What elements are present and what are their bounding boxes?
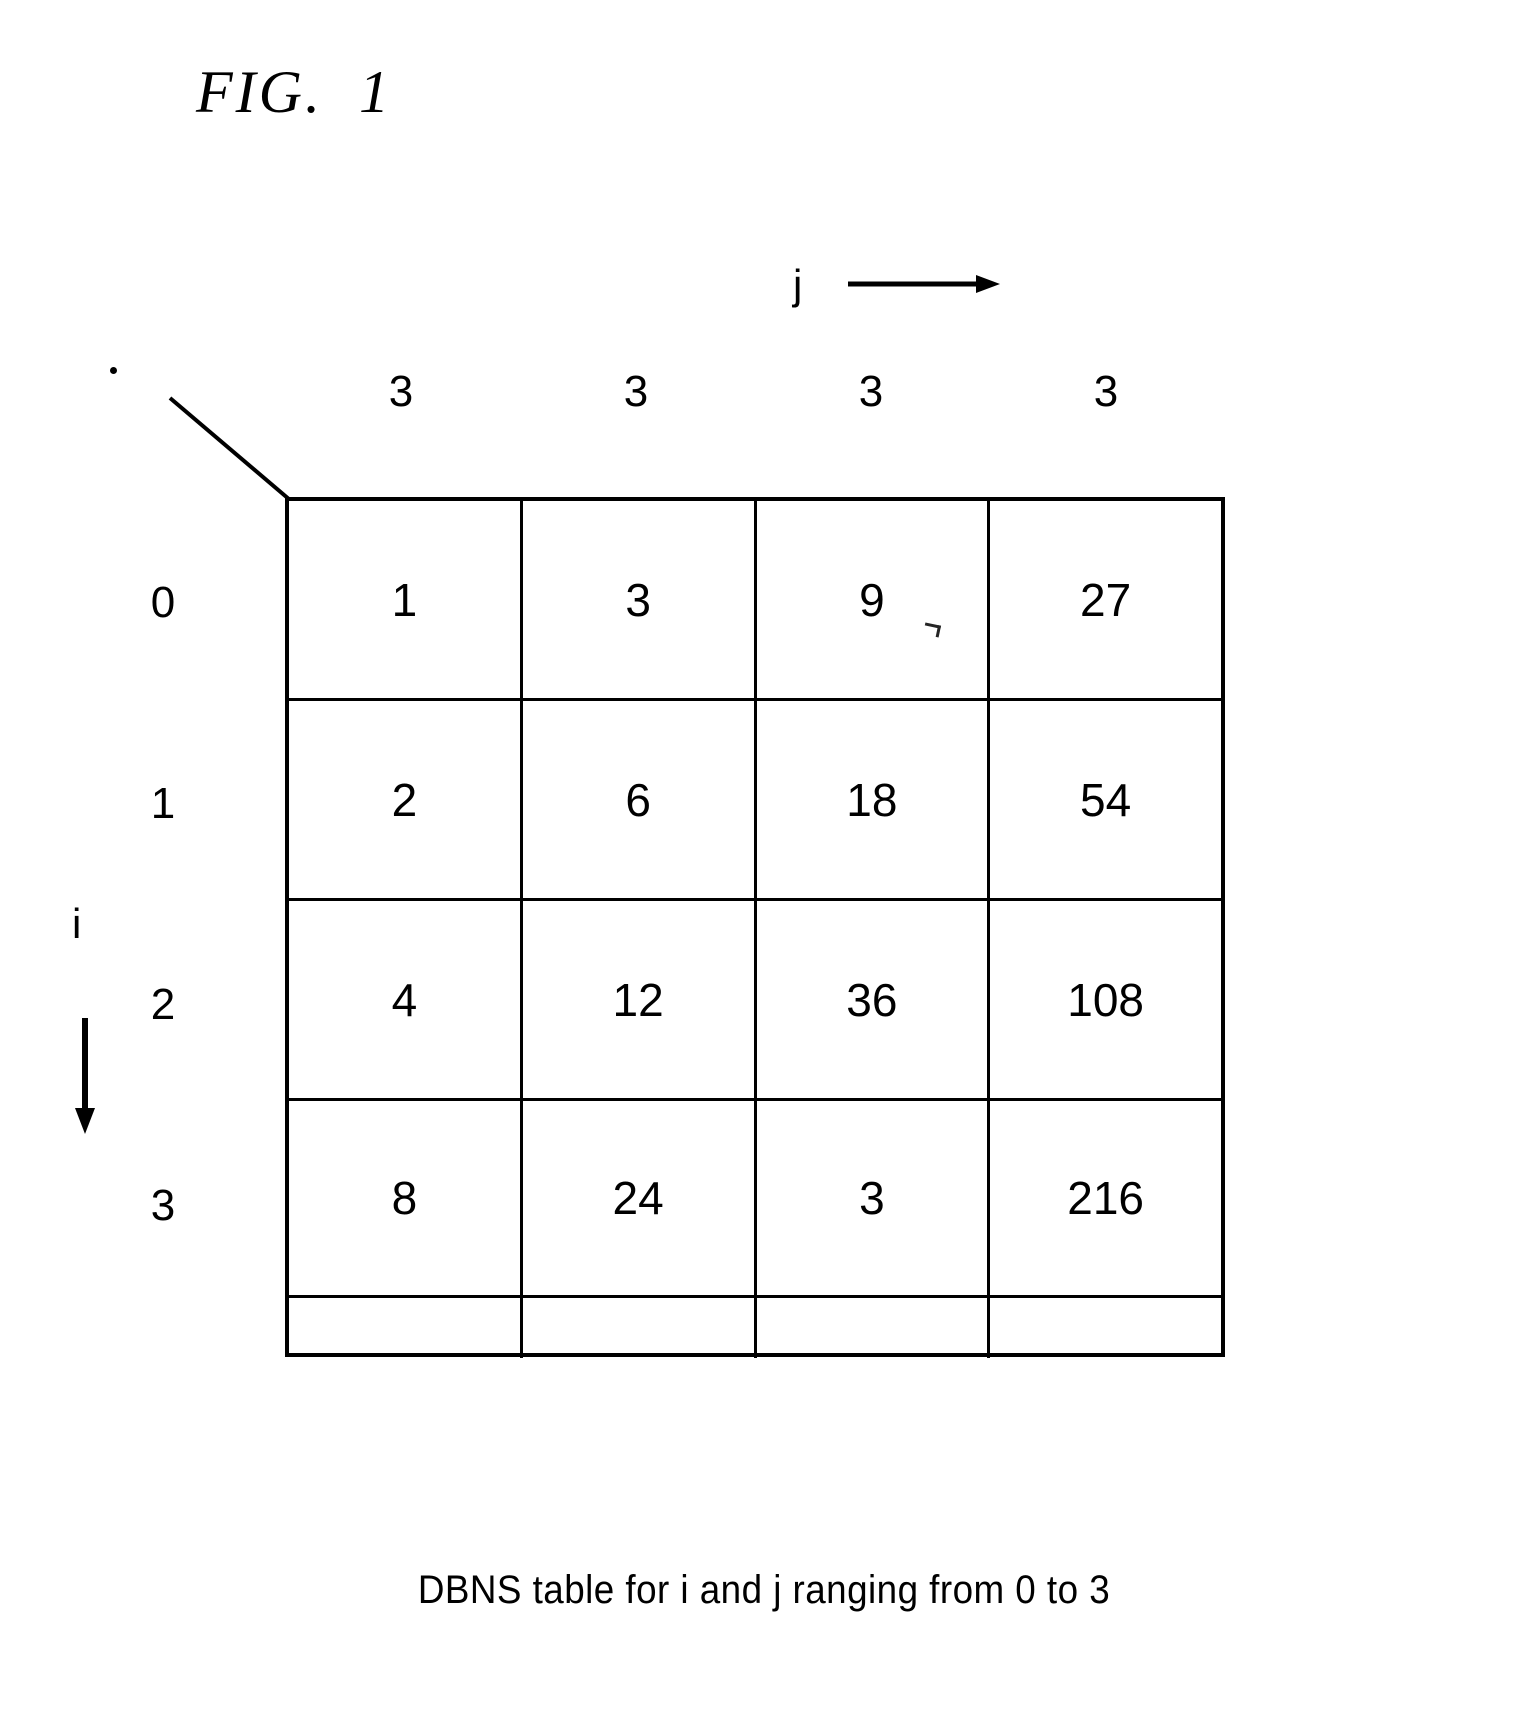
table-cell: 3 <box>523 501 757 698</box>
table-cell: 12 <box>523 901 757 1098</box>
page-title: FIG. 1 <box>196 59 392 125</box>
row-header-0: 0 <box>150 578 176 627</box>
row-header-1: 1 <box>150 779 176 828</box>
column-header-1: 3 <box>623 367 649 416</box>
row-axis-label-i: i <box>72 900 82 947</box>
table-row: 2 6 18 54 <box>289 701 1221 901</box>
table-cell: 6 <box>523 701 757 898</box>
scan-speck-artifact <box>110 367 117 374</box>
table-cell: 4 <box>289 901 523 1098</box>
table-cell: 1 <box>289 501 523 698</box>
table-cell: 54 <box>1080 773 1132 826</box>
column-header-2: 3 <box>858 367 884 416</box>
table-row: 8 24 3 216 <box>289 1101 1221 1298</box>
table-cell: 8 <box>289 1101 523 1295</box>
corner-diagonal-line <box>168 396 292 502</box>
table-row: 1 3 9 27 <box>289 501 1221 701</box>
column-header-0: 3 <box>388 367 414 416</box>
table-cell: 9 <box>757 501 991 698</box>
table-cell-spacer <box>990 1298 1221 1358</box>
table-cell-spacer <box>289 1298 523 1358</box>
arrow-down-icon <box>75 1018 95 1134</box>
figure-caption: DBNS table for i and j ranging from 0 to… <box>417 1568 1111 1612</box>
column-header-3: 3 <box>1093 367 1119 416</box>
table-cell-spacer <box>757 1298 991 1358</box>
column-axis-label-j: j <box>793 261 803 308</box>
table-cell: 2 <box>289 701 523 898</box>
table-cell-spacer <box>523 1298 757 1358</box>
table-cell: 24 <box>523 1101 757 1295</box>
row-header-3: 3 <box>150 1181 176 1230</box>
table-row: 4 12 36 108 <box>289 901 1221 1101</box>
arrow-right-icon <box>848 275 1000 293</box>
table-cell: 108 <box>1067 973 1144 1026</box>
table-cell: 3 <box>757 1101 991 1295</box>
table-cell: 18 <box>757 701 991 898</box>
table-bottom-spacer <box>289 1298 1221 1358</box>
table-cell: 216 <box>1067 1172 1144 1224</box>
table-cell: 36 <box>757 901 991 1098</box>
dbns-table: 1 3 9 27 2 6 18 54 4 12 36 108 8 24 3 21… <box>285 497 1225 1358</box>
row-header-2: 2 <box>150 980 176 1029</box>
table-cell: 27 <box>1080 573 1132 626</box>
patent-figure: FIG. 1 j i 3 3 3 3 0 1 2 3 1 3 9 27 2 6 … <box>0 0 1528 1714</box>
